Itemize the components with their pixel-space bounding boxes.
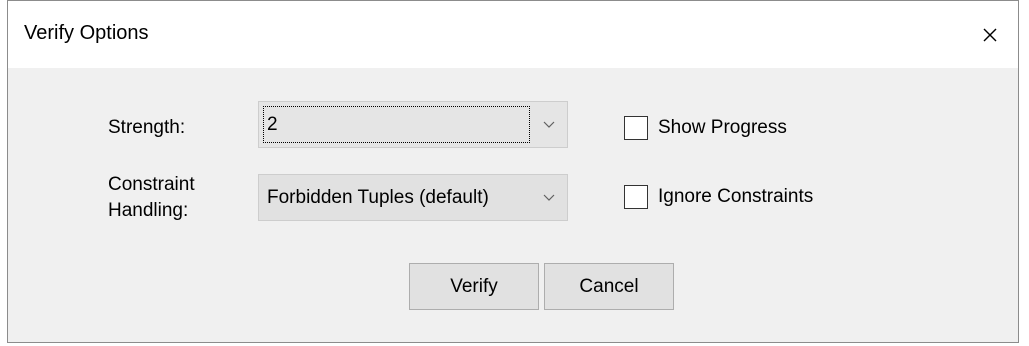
- close-icon: [983, 28, 997, 41]
- focus-ring: [263, 106, 530, 143]
- constraint-handling-value: Forbidden Tuples (default): [267, 187, 489, 208]
- dialog-title: Verify Options: [24, 22, 149, 44]
- chevron-down-icon: [543, 121, 555, 128]
- close-button[interactable]: [962, 1, 1018, 68]
- show-progress-label[interactable]: Show Progress: [658, 116, 787, 140]
- cancel-button[interactable]: Cancel: [544, 263, 674, 310]
- strength-label: Strength:: [108, 117, 186, 138]
- strength-value: 2: [267, 114, 278, 135]
- title-bar: Verify Options: [8, 1, 1018, 68]
- ignore-constraints-checkbox[interactable]: [624, 185, 648, 209]
- constraint-handling-select[interactable]: Forbidden Tuples (default): [258, 174, 568, 221]
- chevron-down-icon: [543, 194, 555, 201]
- strength-select[interactable]: 2: [258, 101, 568, 148]
- constraint-handling-label-line2: Handling:: [108, 200, 189, 221]
- constraint-handling-label-line1: Constraint: [108, 174, 195, 195]
- show-progress-checkbox[interactable]: [624, 116, 648, 140]
- verify-button[interactable]: Verify: [409, 263, 539, 310]
- verify-options-dialog: Verify Options Strength: 2 Show Progress…: [7, 0, 1019, 343]
- ignore-constraints-label[interactable]: Ignore Constraints: [658, 185, 813, 209]
